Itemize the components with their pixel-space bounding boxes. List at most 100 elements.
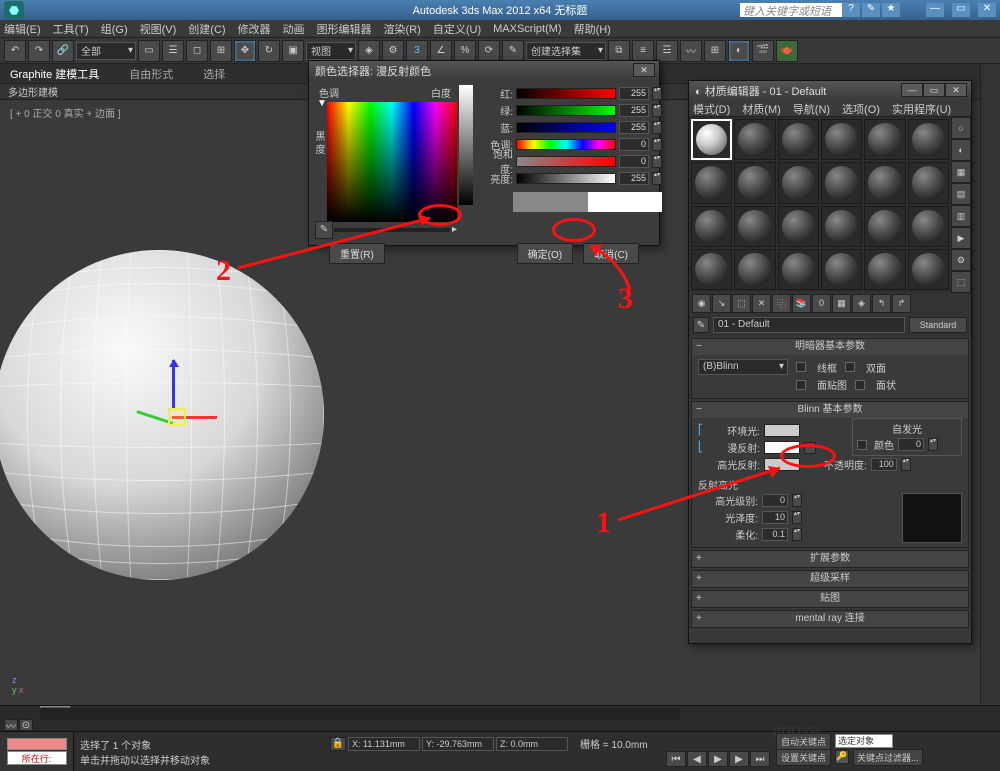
curve-editor-button[interactable]: 〰 xyxy=(680,40,702,62)
material-sample-3[interactable] xyxy=(821,119,862,160)
color-ok-button[interactable]: 确定(O) xyxy=(517,243,573,264)
goto-end-icon[interactable]: ⏭ xyxy=(750,751,770,767)
rotate-button[interactable]: ↻ xyxy=(258,40,280,62)
app-logo[interactable]: ⬣ xyxy=(4,1,24,19)
color-cancel-button[interactable]: 取消(C) xyxy=(583,243,639,264)
cp-slider-0[interactable] xyxy=(516,88,616,99)
material-type-button[interactable]: Standard xyxy=(909,317,967,333)
material-sample-16[interactable] xyxy=(864,206,905,247)
video-check-icon[interactable]: ▥ xyxy=(951,205,971,227)
color-value-slider[interactable] xyxy=(459,85,473,205)
menu-graph[interactable]: 图形编辑器 xyxy=(317,21,372,37)
layers-button[interactable]: ☲ xyxy=(656,40,678,62)
material-sample-0[interactable] xyxy=(691,119,732,160)
menu-maxscript[interactable]: MAXScript(M) xyxy=(493,23,561,35)
color-spectrum[interactable]: ▼ xyxy=(327,102,457,222)
snap-button[interactable]: 3 xyxy=(406,40,428,62)
material-sample-6[interactable] xyxy=(691,162,732,203)
coord-y[interactable]: Y: -29.763mm xyxy=(422,737,494,751)
rollout-ext[interactable]: 扩展参数 xyxy=(692,551,968,567)
rollout-blinn[interactable]: Blinn 基本参数 xyxy=(692,402,968,418)
material-sample-14[interactable] xyxy=(778,206,819,247)
manip-button[interactable]: ⚙ xyxy=(382,40,404,62)
mat-restore[interactable]: ▭ xyxy=(923,83,945,97)
material-sample-9[interactable] xyxy=(821,162,862,203)
rollout-ss[interactable]: 超级采样 xyxy=(692,571,968,587)
rollout-shader[interactable]: 明暗器基本参数 xyxy=(692,339,968,355)
render-button[interactable]: 🫖 xyxy=(776,40,798,62)
cp-spinner-2[interactable]: ▴▾ xyxy=(652,121,662,134)
material-editor-button[interactable]: ◐ xyxy=(728,40,750,62)
spinner-snap-button[interactable]: ⟳ xyxy=(478,40,500,62)
color-picker-close[interactable]: ✕ xyxy=(633,63,655,77)
menu-customize[interactable]: 自定义(U) xyxy=(433,21,481,37)
sel-filter[interactable]: 全部 xyxy=(76,42,136,60)
next-frame-icon[interactable]: ▶ xyxy=(729,751,749,767)
cp-value-4[interactable]: 0 xyxy=(619,155,649,168)
material-sample-4[interactable] xyxy=(864,119,905,160)
gizmo-plane[interactable] xyxy=(168,408,186,426)
align-button[interactable]: ≡ xyxy=(632,40,654,62)
menu-group[interactable]: 组(G) xyxy=(101,21,128,37)
material-sample-22[interactable] xyxy=(864,249,905,290)
scale-button[interactable]: ▣ xyxy=(282,40,304,62)
material-sample-11[interactable] xyxy=(908,162,949,203)
ribbon-tab-graphite[interactable]: Graphite 建模工具 xyxy=(10,66,99,82)
backlight-icon[interactable]: ◐ xyxy=(951,139,971,161)
cp-slider-5[interactable] xyxy=(516,173,616,184)
rollout-maps[interactable]: 贴图 xyxy=(692,591,968,607)
pick-icon[interactable]: ✎ xyxy=(693,317,709,333)
percent-snap-button[interactable]: % xyxy=(454,40,476,62)
menu-views[interactable]: 视图(V) xyxy=(140,21,177,37)
go-forward-icon[interactable]: ↱ xyxy=(892,294,911,313)
diffuse-swatch[interactable] xyxy=(764,441,800,454)
ambient-swatch[interactable] xyxy=(764,424,800,437)
star-icon[interactable]: ★ xyxy=(882,3,900,17)
mat-close[interactable]: ✕ xyxy=(945,83,967,97)
render-setup-button[interactable]: 🎬 xyxy=(752,40,774,62)
2sided-checkbox[interactable] xyxy=(845,362,855,372)
menu-help[interactable]: 帮助(H) xyxy=(574,21,611,37)
material-sample-21[interactable] xyxy=(821,249,862,290)
material-editor-title[interactable]: ◐ 材质编辑器 - 01 - Default — ▭ ✕ xyxy=(689,81,971,101)
make-preview-icon[interactable]: ▶ xyxy=(951,227,971,249)
options-icon[interactable]: ⚙ xyxy=(951,249,971,271)
script-listener[interactable] xyxy=(7,738,67,750)
keymode-dropdown[interactable]: 选定对象 xyxy=(835,734,893,748)
material-sample-1[interactable] xyxy=(734,119,775,160)
select-name-button[interactable]: ☰ xyxy=(162,40,184,62)
ribbon-tab-select[interactable]: 选择 xyxy=(203,66,225,82)
named-sel[interactable]: 创建选择集 xyxy=(526,42,606,60)
viewport-label[interactable]: [ + 0 正交 0 真实 + 边面 ] xyxy=(10,105,121,120)
cp-slider-3[interactable] xyxy=(516,139,616,150)
material-sample-23[interactable] xyxy=(908,249,949,290)
wire-checkbox[interactable] xyxy=(796,362,806,372)
mirror-button[interactable]: ⧉ xyxy=(608,40,630,62)
show-map-icon[interactable]: ▦ xyxy=(832,294,851,313)
eyedropper-button[interactable]: ✎ xyxy=(315,221,333,239)
mat-menu-options[interactable]: 选项(O) xyxy=(842,101,880,117)
selfillum-checkbox[interactable] xyxy=(857,440,867,450)
material-sample-18[interactable] xyxy=(691,249,732,290)
material-sample-17[interactable] xyxy=(908,206,949,247)
color-picker-title[interactable]: 颜色选择器: 漫反射颜色 ✕ xyxy=(309,61,659,81)
play-icon[interactable]: ▶ xyxy=(708,751,728,767)
cp-value-5[interactable]: 255 xyxy=(619,172,649,185)
timeline[interactable]: 0 / 100 〰⊙ xyxy=(0,705,1000,731)
lock-sel-icon[interactable]: 🔒 xyxy=(330,737,346,751)
redo-button[interactable]: ↷ xyxy=(28,40,50,62)
angle-snap-button[interactable]: ∠ xyxy=(430,40,452,62)
cp-slider-4[interactable] xyxy=(516,156,616,167)
cp-slider-2[interactable] xyxy=(516,122,616,133)
cp-value-0[interactable]: 255 xyxy=(619,87,649,100)
coord-x[interactable]: X: 11.131mm xyxy=(348,737,420,751)
ref-coord[interactable]: 视图 xyxy=(306,42,356,60)
material-sample-15[interactable] xyxy=(821,206,862,247)
shader-dropdown[interactable]: (B)Blinn xyxy=(698,359,788,375)
move-gizmo[interactable] xyxy=(144,380,204,440)
specular-swatch[interactable] xyxy=(764,458,800,471)
put-library-icon[interactable]: 📚 xyxy=(792,294,811,313)
sample-type-icon[interactable]: ○ xyxy=(951,117,971,139)
rollout-mr[interactable]: mental ray 连接 xyxy=(692,611,968,627)
put-to-scene-icon[interactable]: ↘ xyxy=(712,294,731,313)
